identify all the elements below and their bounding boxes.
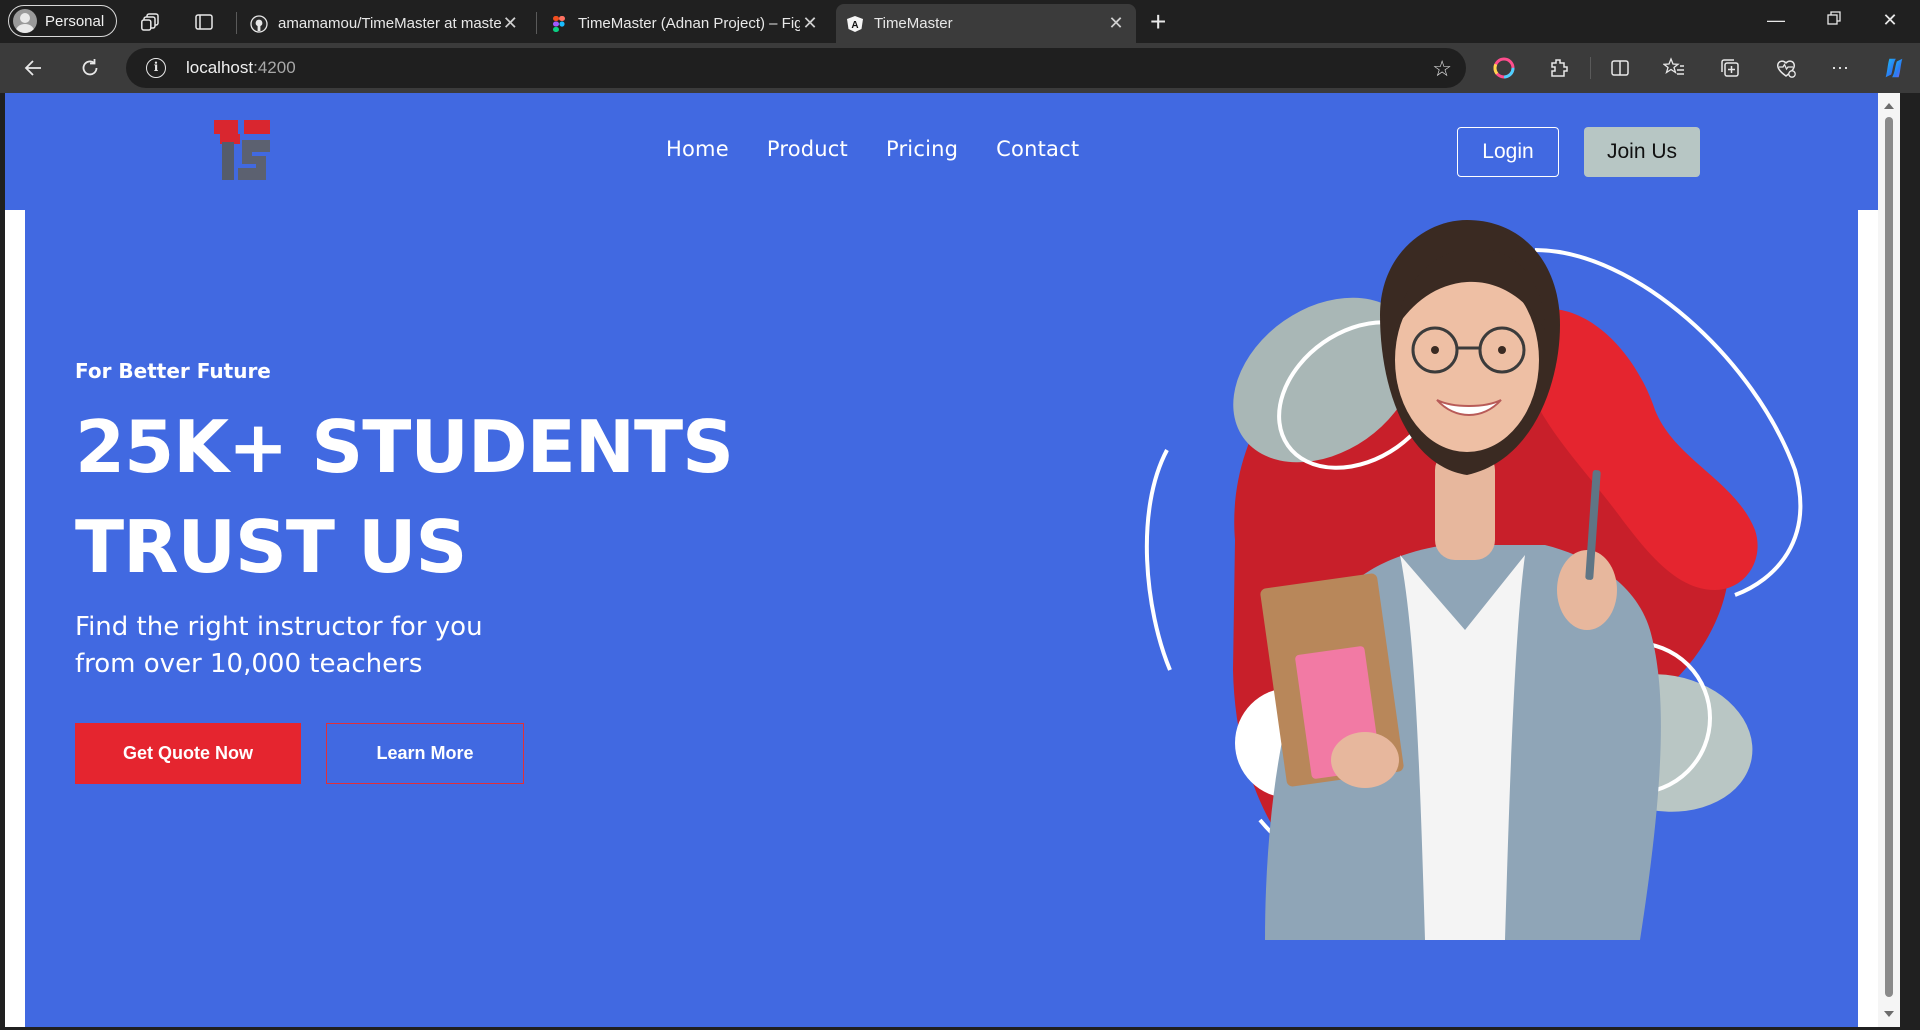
scroll-down-icon[interactable] [1884, 1011, 1894, 1017]
svg-text:A: A [851, 20, 858, 31]
new-tab-button[interactable]: + [1150, 6, 1166, 38]
collections-icon[interactable] [1718, 56, 1742, 80]
headline-line-1: 25K+ STUDENTS [75, 405, 734, 489]
nav-pricing[interactable]: Pricing [886, 137, 958, 161]
hero-eyebrow: For Better Future [75, 359, 271, 383]
headline-line-2: TRUST US [75, 505, 467, 589]
minimize-icon[interactable]: — [1764, 10, 1788, 34]
tab-title: TimeMaster (Adnan Project) – Fig [578, 15, 800, 32]
close-icon[interactable]: ✕ [1106, 13, 1126, 34]
scrollbar-thumb[interactable] [1885, 117, 1893, 997]
nav-product[interactable]: Product [767, 137, 848, 161]
figma-icon [550, 15, 568, 33]
close-icon[interactable]: ✕ [501, 13, 520, 34]
join-us-button[interactable]: Join Us [1584, 127, 1700, 177]
angular-icon: A [846, 15, 864, 33]
color-extension-icon[interactable] [1492, 56, 1516, 80]
login-button[interactable]: Login [1457, 127, 1559, 177]
site-logo[interactable] [208, 118, 276, 184]
workspaces-icon[interactable] [139, 10, 163, 34]
hero-headline: 25K+ STUDENTS TRUST US [75, 397, 734, 597]
avatar-icon [13, 9, 37, 33]
nav-contact[interactable]: Contact [996, 137, 1079, 161]
site-nav: Home Product Pricing Contact [666, 137, 1079, 161]
browser-essentials-icon[interactable] [1774, 56, 1798, 80]
github-icon [250, 14, 268, 33]
page-margin-left [5, 210, 25, 1027]
profile-label: Personal [45, 12, 105, 30]
favorite-star-icon[interactable]: ☆ [1432, 56, 1452, 82]
subcopy-line-1: Find the right instructor for you [75, 612, 483, 642]
split-screen-icon[interactable] [1608, 56, 1632, 80]
page-margin-right [1858, 210, 1878, 1027]
hero-section: Home Product Pricing Contact Login Join … [5, 93, 1878, 1027]
scroll-up-icon[interactable] [1884, 103, 1894, 109]
tab-github[interactable]: amamamou/TimeMaster at maste ✕ [240, 4, 530, 43]
back-icon[interactable] [22, 56, 46, 80]
address-bar[interactable]: i localhost:4200 ☆ [126, 48, 1466, 88]
tab-title: TimeMaster [874, 15, 953, 32]
restore-icon[interactable] [1822, 10, 1846, 34]
close-window-icon[interactable]: ✕ [1878, 10, 1902, 34]
tab-actions-icon[interactable] [192, 10, 216, 34]
favorites-icon[interactable] [1662, 56, 1686, 80]
browser-tab-bar: Personal amamamou/TimeMaster at maste ✕ … [0, 0, 1920, 43]
tab-timemaster[interactable]: A TimeMaster ✕ [836, 4, 1136, 43]
page-scrollbar[interactable] [1878, 93, 1900, 1027]
toolbar-separator [1590, 57, 1591, 79]
student-illustration [1144, 220, 1803, 940]
profile-button[interactable]: Personal [8, 5, 118, 37]
refresh-icon[interactable] [78, 56, 102, 80]
url-text: localhost:4200 [186, 58, 296, 77]
get-quote-button[interactable]: Get Quote Now [75, 723, 301, 784]
tab-title: amamamou/TimeMaster at maste [278, 15, 501, 32]
tab-separator [536, 12, 537, 34]
page-viewport: Home Product Pricing Contact Login Join … [5, 93, 1900, 1027]
extensions-icon[interactable] [1547, 56, 1571, 80]
hero-subcopy: Find the right instructor for you from o… [75, 609, 535, 683]
site-info-icon[interactable]: i [146, 58, 166, 78]
close-icon[interactable]: ✕ [800, 13, 820, 34]
learn-more-button[interactable]: Learn More [326, 723, 524, 784]
tab-figma[interactable]: TimeMaster (Adnan Project) – Fig ✕ [540, 4, 830, 43]
browser-toolbar: i localhost:4200 ☆ ⋯ [0, 43, 1920, 93]
nav-home[interactable]: Home [666, 137, 729, 161]
copilot-icon[interactable] [1882, 56, 1906, 80]
tab-separator [236, 12, 237, 34]
subcopy-line-2: from over 10,000 teachers [75, 649, 423, 679]
hero-illustration [1115, 210, 1835, 940]
more-menu-icon[interactable]: ⋯ [1828, 56, 1852, 80]
